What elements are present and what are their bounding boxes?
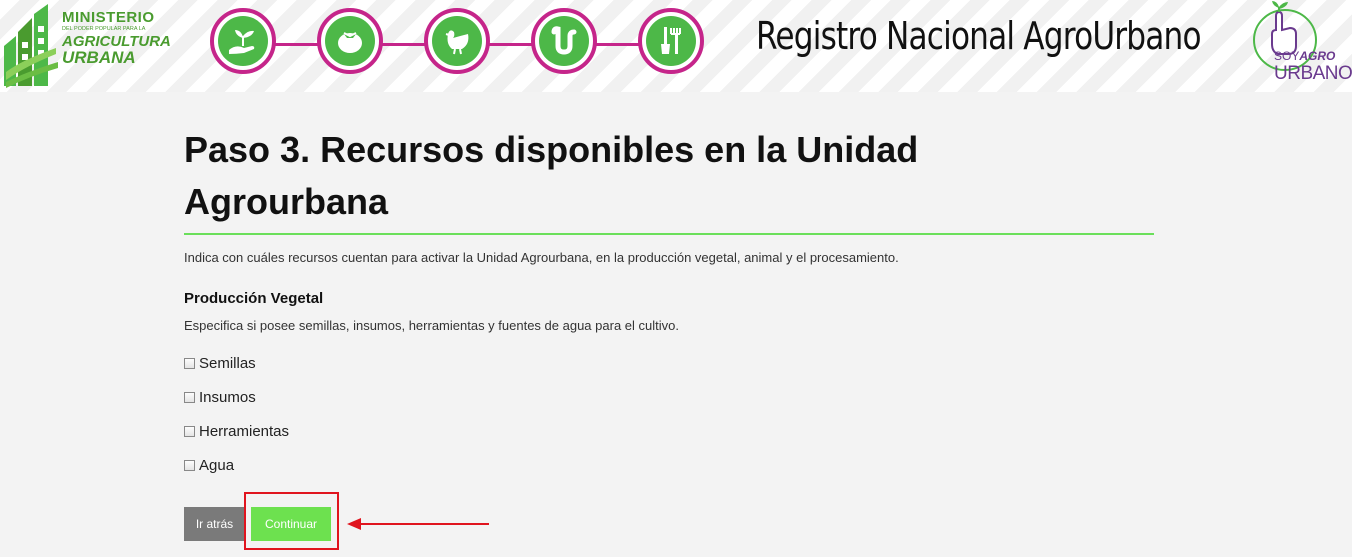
ministry-name-line4: URBANA <box>62 47 136 67</box>
herramientas-checkbox[interactable] <box>184 425 195 437</box>
option-label: Herramientas <box>199 422 290 440</box>
section-description: Especifica si posee semillas, insumos, h… <box>184 318 679 333</box>
title-divider <box>184 233 1154 235</box>
chicken-icon <box>424 8 490 74</box>
option-semillas[interactable]: Semillas <box>184 354 256 372</box>
page-title: Paso 3. Recursos disponibles en la Unida… <box>184 129 919 222</box>
agua-checkbox[interactable] <box>184 459 195 471</box>
ministry-name-line1: MINISTERIO <box>62 9 155 26</box>
option-label: Agua <box>199 456 235 474</box>
soy-agrourbano-logo: SOYAGRO URBANO <box>1250 0 1352 92</box>
back-button[interactable]: Ir atrás <box>184 507 245 541</box>
brand-soy-agro: SOYAGRO <box>1274 50 1335 62</box>
page-intro: Indica con cuáles recursos cuentan para … <box>184 250 899 265</box>
section-title: Producción Vegetal <box>184 290 324 307</box>
continue-button[interactable]: Continuar <box>251 507 331 541</box>
option-agua[interactable]: Agua <box>184 456 234 474</box>
step-icons-chain <box>210 5 715 85</box>
ministry-building-icon <box>4 4 58 88</box>
site-title: Registro Nacional AgroUrbano <box>756 14 1202 58</box>
red-arrow-icon <box>347 518 489 530</box>
brand-urbano: URBANO <box>1274 63 1352 84</box>
option-insumos[interactable]: Insumos <box>184 388 256 406</box>
option-label: Insumos <box>199 388 256 406</box>
semillas-checkbox[interactable] <box>184 357 195 369</box>
insumos-checkbox[interactable] <box>184 391 195 403</box>
brand-agro: AGRO <box>1299 49 1336 63</box>
ministry-name-line3: AGRICULTURA <box>62 32 171 50</box>
option-herramientas[interactable]: Herramientas <box>184 422 289 440</box>
garden-tools-icon <box>638 8 704 74</box>
brand-soy: SOY <box>1274 49 1300 63</box>
option-label: Semillas <box>199 354 256 372</box>
ministry-name-line2: DEL PODER POPULAR PARA LA <box>62 26 146 32</box>
site-header: MINISTERIO DEL PODER POPULAR PARA LA AGR… <box>0 0 1352 92</box>
worm-icon <box>531 8 597 74</box>
ministry-logo: MINISTERIO DEL PODER POPULAR PARA LA AGR… <box>0 0 171 92</box>
tomato-icon <box>317 8 383 74</box>
hand-plant-icon <box>210 8 276 74</box>
